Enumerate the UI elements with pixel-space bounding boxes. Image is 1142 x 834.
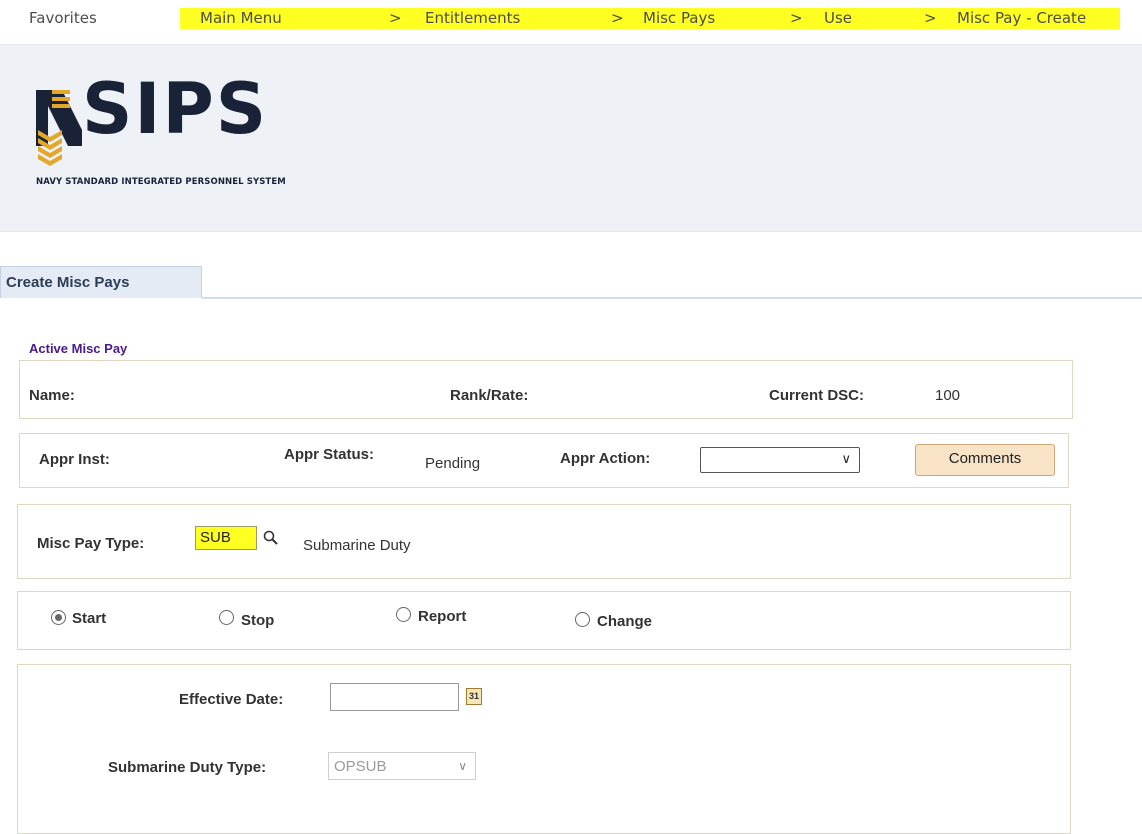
effective-date-input[interactable] xyxy=(330,683,459,711)
misc-pay-type-input[interactable]: SUB xyxy=(195,526,257,550)
breadcrumb-separator: > xyxy=(389,9,402,27)
breadcrumb-separator: > xyxy=(924,9,937,27)
change-radio-label: Change xyxy=(597,613,653,630)
tab-underline xyxy=(202,297,1142,299)
breadcrumb-separator: > xyxy=(611,9,624,27)
logo-subtitle: NAVY STANDARD INTEGRATED PERSONNEL SYSTE… xyxy=(36,177,286,187)
start-radio[interactable] xyxy=(51,610,66,625)
approval-panel xyxy=(19,433,1069,488)
chevron-down-icon: ∨ xyxy=(458,759,467,773)
logo-stripes-icon xyxy=(52,90,70,108)
rank-rate-label: Rank/Rate: xyxy=(450,387,529,404)
report-radio-label: Report xyxy=(418,608,467,625)
tab-create-misc-pays[interactable]: Create Misc Pays xyxy=(0,266,202,298)
misc-pay-type-label: Misc Pay Type: xyxy=(37,535,145,552)
report-radio[interactable] xyxy=(396,607,411,622)
member-info-panel xyxy=(19,360,1073,419)
logo-wordmark: SIPS xyxy=(82,68,269,150)
change-radio[interactable] xyxy=(575,612,590,627)
appr-action-label: Appr Action: xyxy=(560,450,651,467)
breadcrumb-misc-pays[interactable]: Misc Pays xyxy=(643,9,715,27)
appr-status-value: Pending xyxy=(425,455,481,472)
calendar-icon[interactable]: 31 xyxy=(466,688,482,705)
appr-inst-label: Appr Inst: xyxy=(39,451,110,468)
stop-radio-label: Stop xyxy=(241,612,275,629)
submarine-duty-type-select: OPSUB ∨ xyxy=(328,752,476,780)
stop-radio[interactable] xyxy=(219,610,234,625)
current-dsc-value: 100 xyxy=(935,387,961,404)
appr-action-select[interactable]: ∨ xyxy=(700,447,860,473)
effective-date-label: Effective Date: xyxy=(179,691,284,708)
search-icon[interactable] xyxy=(263,530,279,546)
chevron-down-icon: ∨ xyxy=(841,451,851,466)
section-title: Active Misc Pay xyxy=(29,341,128,356)
favorites-menu[interactable]: Favorites xyxy=(29,9,97,27)
breadcrumb-main-menu[interactable]: Main Menu xyxy=(200,9,282,27)
misc-pay-type-description: Submarine Duty xyxy=(303,537,411,554)
start-radio-label: Start xyxy=(72,610,107,627)
comments-button[interactable]: Comments xyxy=(915,444,1055,476)
details-panel xyxy=(17,664,1071,834)
name-label: Name: xyxy=(29,387,75,404)
submarine-duty-type-value: OPSUB xyxy=(334,758,387,775)
breadcrumb-entitlements[interactable]: Entitlements xyxy=(425,9,520,27)
action-options-panel xyxy=(17,591,1071,650)
misc-pay-type-panel xyxy=(17,504,1071,579)
breadcrumb-misc-pay-create[interactable]: Misc Pay - Create xyxy=(957,9,1086,27)
breadcrumb-use[interactable]: Use xyxy=(824,9,852,27)
submarine-duty-type-label: Submarine Duty Type: xyxy=(108,759,267,776)
breadcrumb: Favorites Main Menu > Entitlements > Mis… xyxy=(0,0,1142,34)
appr-status-label: Appr Status: xyxy=(284,446,374,463)
current-dsc-label: Current DSC: xyxy=(769,387,865,404)
breadcrumb-separator: > xyxy=(790,9,803,27)
